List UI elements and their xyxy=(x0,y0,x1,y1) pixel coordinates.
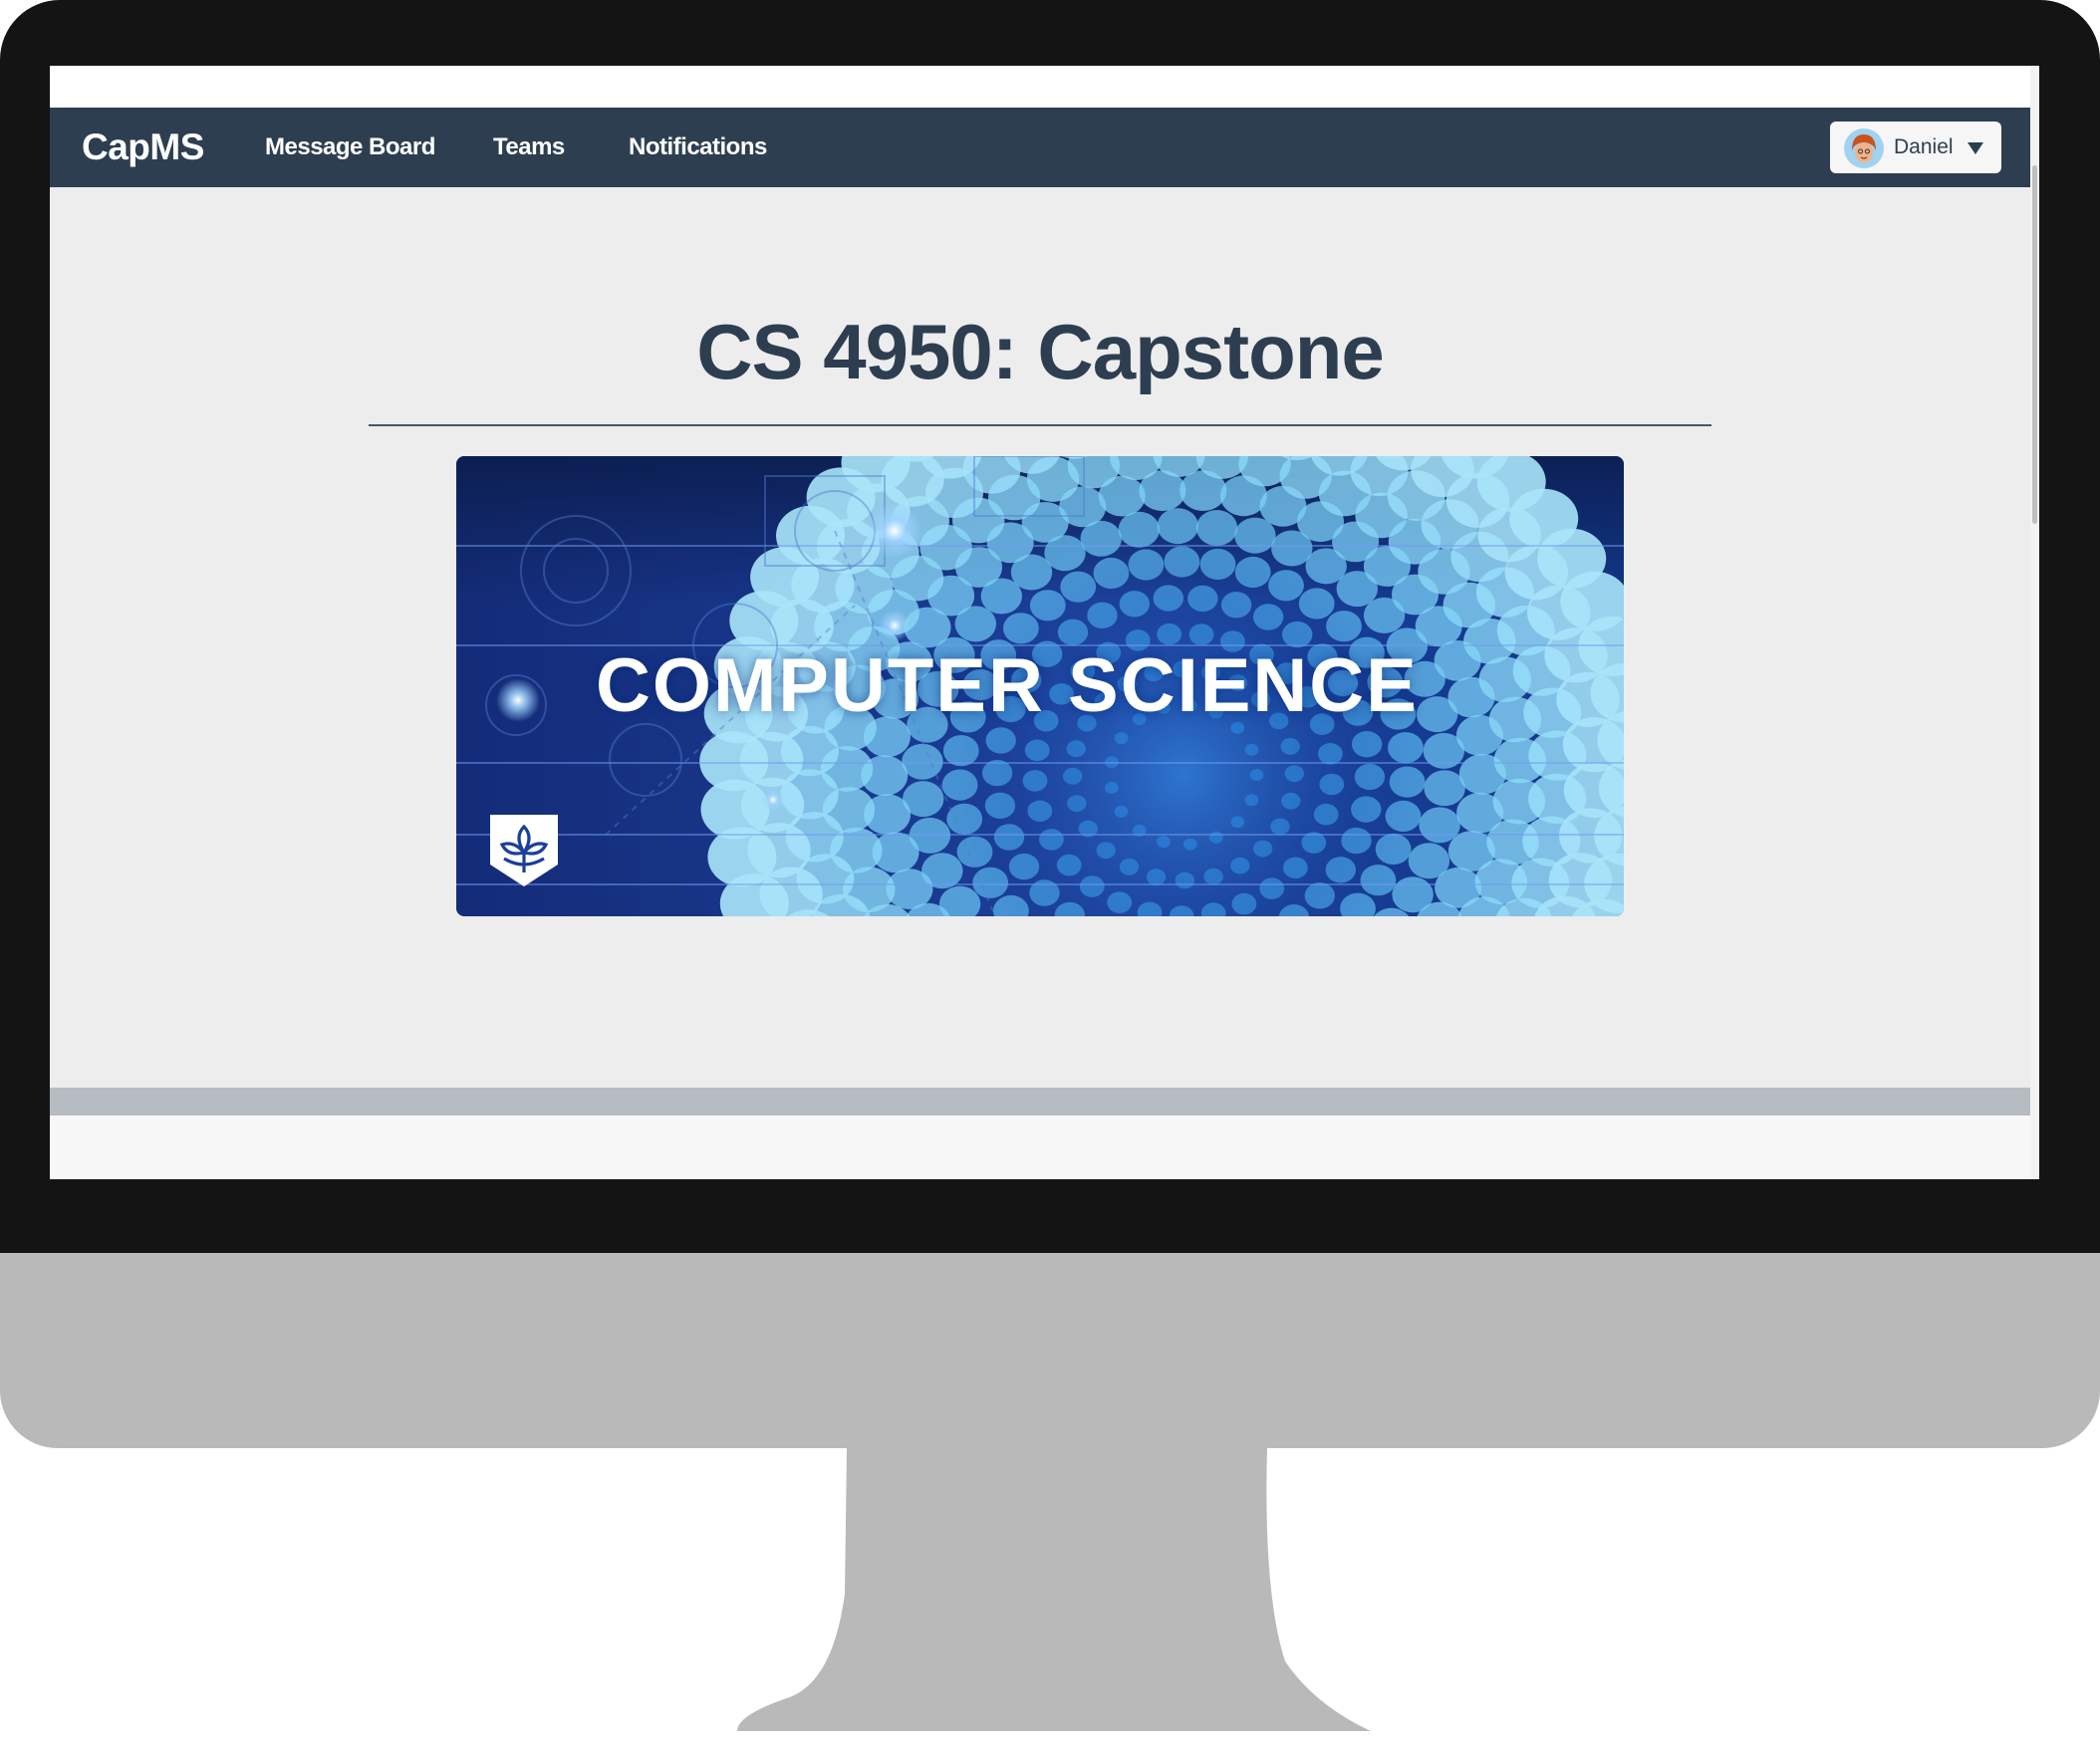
brand-logo[interactable]: CapMS xyxy=(82,108,204,187)
page-bottom-area xyxy=(50,1116,2039,1179)
title-divider xyxy=(369,424,1711,426)
nav-link-message-board[interactable]: Message Board xyxy=(265,108,435,187)
screen: CapMS Message Board Teams Notifications … xyxy=(50,66,2039,1179)
user-name: Daniel xyxy=(1894,135,1954,158)
banner-title: COMPUTER SCIENCE xyxy=(596,643,1419,728)
shield-leaf-logo-icon xyxy=(490,815,558,886)
user-avatar-icon xyxy=(1844,128,1884,168)
page-title: CS 4950: Capstone xyxy=(696,308,1385,395)
user-menu-button[interactable]: Daniel xyxy=(1830,122,2001,173)
main-content: CS 4950: Capstone COMPUTER SCIENCE xyxy=(50,187,2030,1088)
caret-down-icon[interactable] xyxy=(1968,142,1983,154)
nav-link-teams[interactable]: Teams xyxy=(493,108,565,187)
nav-link-notifications[interactable]: Notifications xyxy=(629,108,767,187)
scrollbar-thumb[interactable] xyxy=(2032,165,2037,524)
footer-bar xyxy=(50,1088,2030,1116)
course-banner: COMPUTER SCIENCE xyxy=(456,456,1624,916)
top-navbar: CapMS Message Board Teams Notifications … xyxy=(50,108,2030,187)
